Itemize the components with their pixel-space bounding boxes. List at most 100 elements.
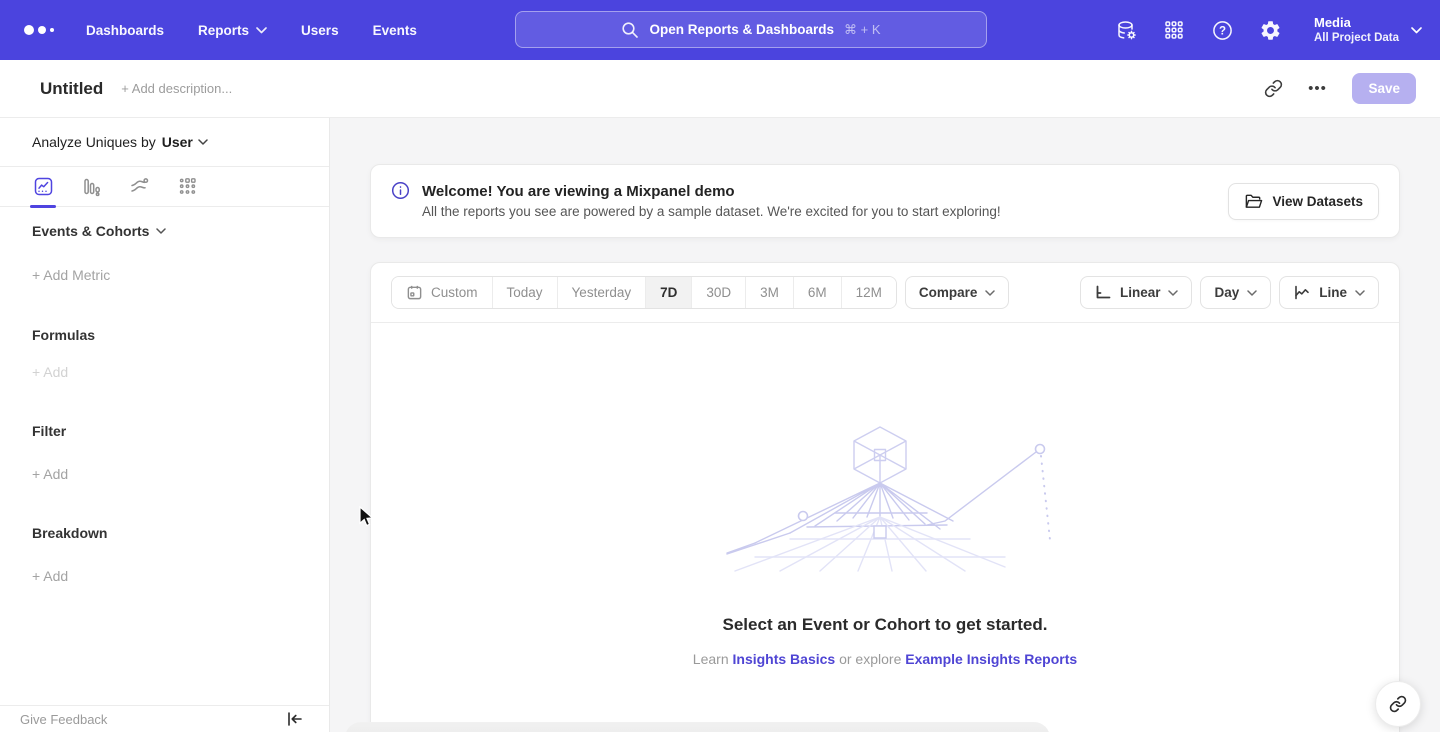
give-feedback-link[interactable]: Give Feedback [20, 712, 107, 727]
date-range-30d[interactable]: 30D [691, 277, 745, 308]
filter-section: Filter [32, 423, 66, 439]
date-range-3m[interactable]: 3M [745, 277, 793, 308]
report-card: Custom Today Yesterday 7D 30D 3M 6M 12M … [370, 262, 1400, 732]
more-menu-button[interactable]: ••• [1300, 72, 1334, 106]
events-cohorts-section: Events & Cohorts [32, 223, 166, 239]
breakdown-label: Breakdown [32, 525, 107, 541]
chevron-down-icon [256, 27, 267, 34]
compare-dropdown[interactable]: Compare [905, 276, 1010, 309]
date-range-custom-label: Custom [431, 285, 478, 300]
empty-state-links: Learn Insights Basics or explore Example… [693, 651, 1077, 667]
tab-insights-line[interactable] [32, 174, 54, 200]
data-management-icon[interactable] [1114, 18, 1138, 42]
flows-tab-icon [129, 176, 150, 197]
formulas-section: Formulas [32, 327, 95, 343]
mixpanel-logo-icon[interactable] [24, 25, 54, 35]
main-content: Welcome! You are viewing a Mixpanel demo… [330, 118, 1440, 732]
scale-label: Linear [1120, 285, 1161, 300]
events-cohorts-heading[interactable]: Events & Cohorts [32, 223, 166, 239]
example-insights-reports-link[interactable]: Example Insights Reports [905, 651, 1077, 667]
search-placeholder: Open Reports & Dashboards [649, 22, 834, 37]
date-range-custom[interactable]: Custom [392, 277, 492, 308]
date-range-30d-label: 30D [706, 285, 731, 300]
search-shortcut: ⌘ + K [844, 22, 881, 38]
date-range-today[interactable]: Today [492, 277, 557, 308]
tab-retention[interactable] [176, 174, 198, 200]
compare-label: Compare [919, 285, 978, 300]
analyze-uniques-row: Analyze Uniques by User [0, 118, 329, 166]
query-sidebar: Analyze Uniques by User [0, 118, 330, 732]
retention-tab-icon [177, 176, 198, 197]
view-datasets-button[interactable]: View Datasets [1228, 183, 1379, 220]
tab-flows[interactable] [128, 174, 150, 200]
date-range-yesterday-label: Yesterday [572, 285, 632, 300]
scale-dropdown[interactable]: Linear [1080, 276, 1193, 309]
copy-link-button[interactable] [1256, 72, 1290, 106]
date-range-7d[interactable]: 7D [645, 277, 691, 308]
chart-type-label: Line [1319, 285, 1347, 300]
help-icon[interactable]: ? [1210, 18, 1234, 42]
nav-events-label: Events [373, 23, 417, 38]
view-datasets-label: View Datasets [1272, 194, 1363, 209]
date-range-6m[interactable]: 6M [793, 277, 841, 308]
banner-title: Welcome! You are viewing a Mixpanel demo [422, 183, 1001, 200]
report-header: Untitled + Add description... ••• Save [0, 60, 1440, 118]
global-search-input[interactable]: Open Reports & Dashboards ⌘ + K [515, 11, 987, 48]
nav-reports[interactable]: Reports [198, 15, 267, 46]
nav-dashboards-label: Dashboards [86, 23, 164, 38]
or-explore-text: or explore [839, 651, 901, 667]
share-link-fab[interactable] [1375, 681, 1421, 727]
add-metric-button[interactable]: + Add Metric [32, 267, 110, 283]
empty-state: Select an Event or Cohort to get started… [371, 323, 1399, 667]
date-range-12m[interactable]: 12M [841, 277, 896, 308]
add-metric-label: + Add Metric [32, 267, 110, 283]
project-name: Media [1314, 15, 1399, 31]
add-formula-button[interactable]: + Add [32, 364, 68, 380]
ellipsis-icon: ••• [1308, 80, 1327, 97]
date-range-yesterday[interactable]: Yesterday [557, 277, 646, 308]
info-icon [391, 181, 410, 205]
interval-label: Day [1214, 285, 1239, 300]
date-range-6m-label: 6M [808, 285, 827, 300]
filter-label: Filter [32, 423, 66, 439]
app-window: Dashboards Reports Users Events Open Rep… [0, 0, 1440, 732]
chevron-down-icon [156, 228, 166, 234]
tab-bar-chart[interactable] [80, 174, 102, 200]
save-button[interactable]: Save [1352, 73, 1416, 104]
chart-type-dropdown[interactable]: Line [1279, 276, 1379, 309]
project-selector[interactable]: Media All Project Data [1314, 15, 1422, 45]
analyze-prefix: Analyze Uniques by [32, 134, 156, 150]
top-nav: Dashboards Reports Users Events Open Rep… [0, 0, 1440, 60]
calendar-icon [406, 284, 423, 301]
chevron-down-icon [1411, 27, 1422, 34]
formulas-label: Formulas [32, 327, 95, 343]
date-range-segmented: Custom Today Yesterday 7D 30D 3M 6M 12M [391, 276, 897, 309]
welcome-banner: Welcome! You are viewing a Mixpanel demo… [370, 164, 1400, 238]
add-formula-row: + Add [32, 364, 68, 380]
report-title[interactable]: Untitled [40, 79, 103, 99]
project-scope: All Project Data [1314, 31, 1399, 45]
chevron-down-icon [1168, 290, 1178, 296]
empty-state-title: Select an Event or Cohort to get started… [723, 615, 1048, 635]
collapse-sidebar-button[interactable] [287, 712, 303, 726]
nav-reports-label: Reports [198, 23, 249, 38]
nav-events[interactable]: Events [373, 15, 417, 46]
nav-right-cluster: ? Media All Project Data [1114, 0, 1422, 60]
add-filter-button[interactable]: + Add [32, 466, 68, 482]
add-breakdown-row: + Add [32, 568, 68, 584]
report-description-placeholder[interactable]: + Add description... [121, 81, 232, 96]
analyze-by-dropdown[interactable]: User [162, 134, 208, 150]
apps-grid-icon[interactable] [1162, 18, 1186, 42]
insights-basics-link[interactable]: Insights Basics [733, 651, 836, 667]
collapse-left-icon [287, 712, 303, 726]
chevron-down-icon [1355, 290, 1365, 296]
bottom-panel-peek [345, 722, 1050, 732]
line-chart-icon [1293, 284, 1311, 301]
interval-dropdown[interactable]: Day [1200, 276, 1271, 309]
chevron-down-icon [198, 139, 208, 145]
settings-gear-icon[interactable] [1258, 18, 1282, 42]
nav-dashboards[interactable]: Dashboards [86, 15, 164, 46]
nav-users-label: Users [301, 23, 339, 38]
add-breakdown-button[interactable]: + Add [32, 568, 68, 584]
nav-users[interactable]: Users [301, 15, 339, 46]
